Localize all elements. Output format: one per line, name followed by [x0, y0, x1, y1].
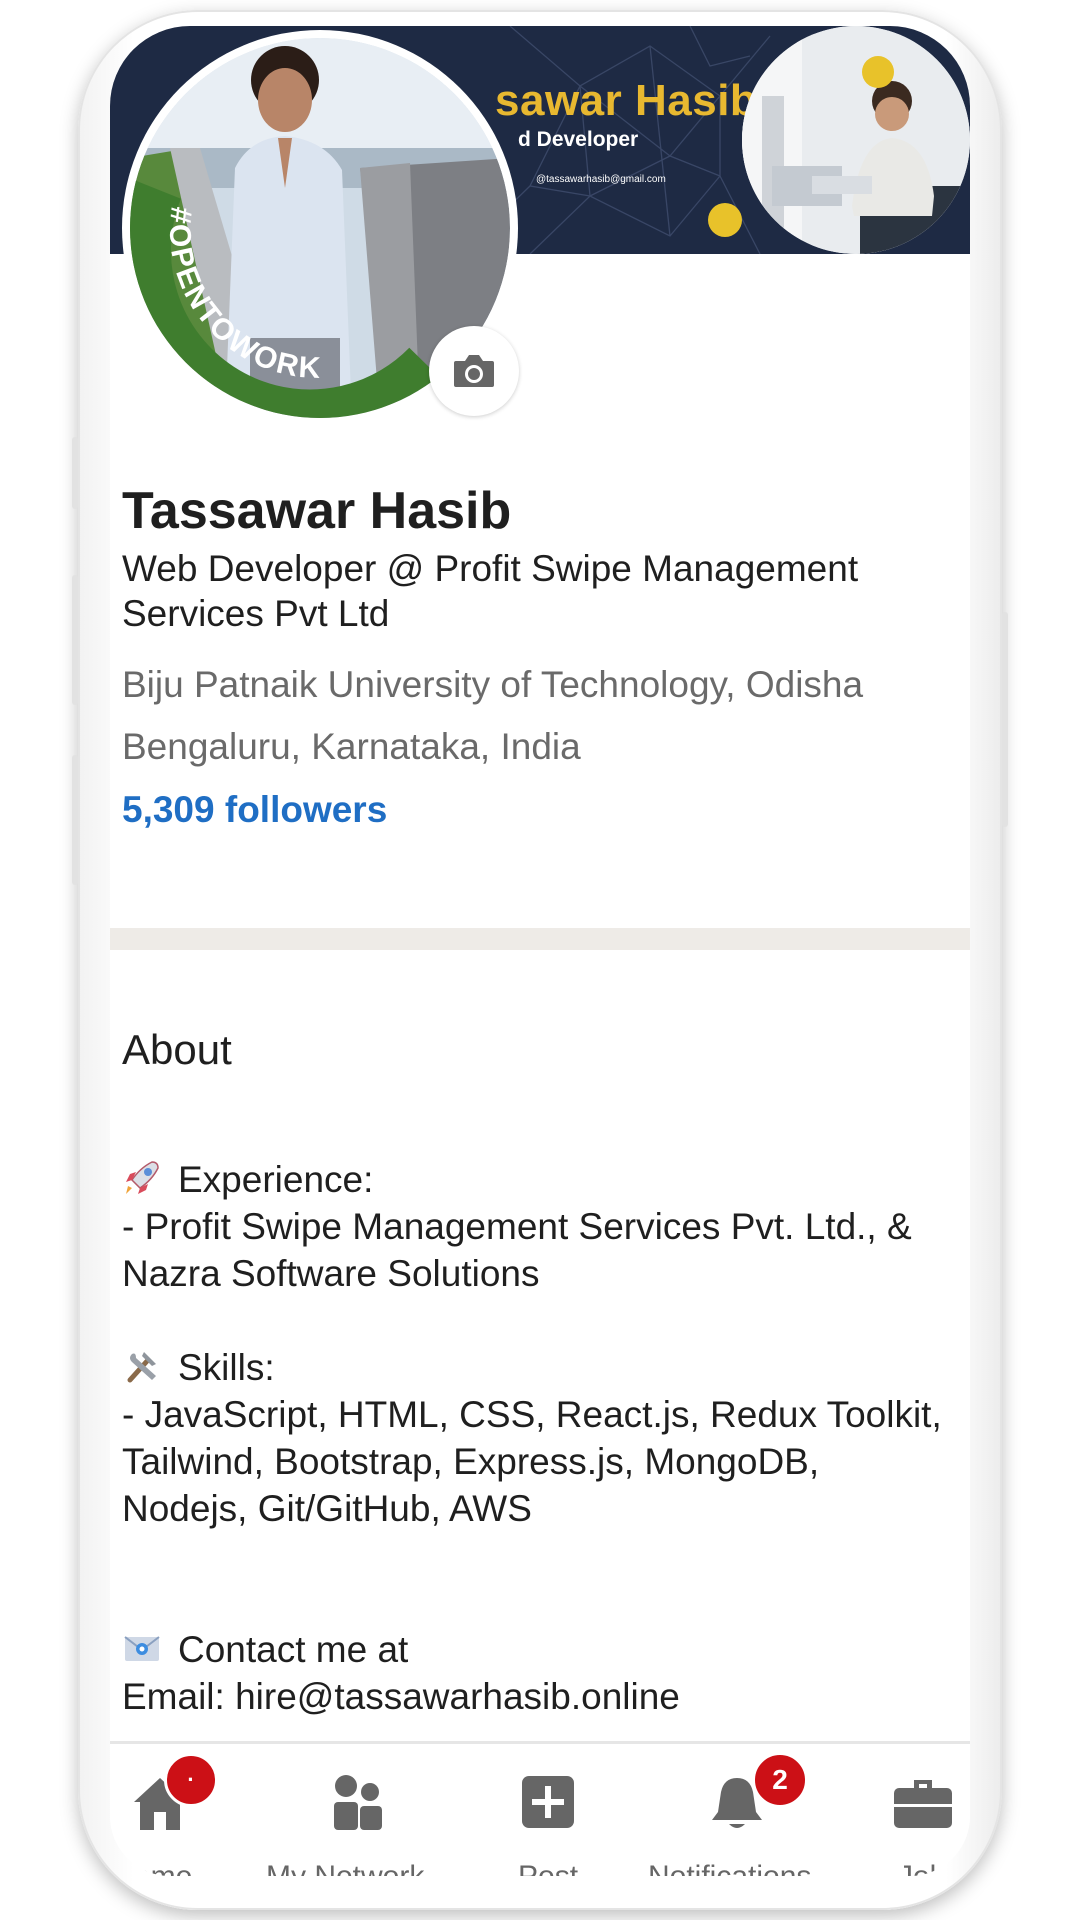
- about-heading: About: [122, 1026, 232, 1073]
- banner-photo: [742, 26, 970, 254]
- nav-label-jobs: Job: [898, 1860, 946, 1876]
- profile-education[interactable]: Biju Patnaik University of Technology, O…: [122, 664, 863, 706]
- profile-name: Tassawar Hasib: [122, 482, 512, 540]
- notifications-count-badge: 2: [752, 1752, 808, 1808]
- banner-email-text: @tassawarhasib@gmail.com: [536, 174, 666, 185]
- skills-text: - JavaScript, HTML, CSS, React.js, Redux…: [122, 1394, 942, 1529]
- banner-role-text: d Developer: [518, 128, 639, 151]
- nav-item-notifications[interactable]: 2 Notifications: [638, 1744, 838, 1876]
- nav-item-home[interactable]: · ome: [110, 1744, 220, 1876]
- experience-heading-line: Experience:: [122, 1156, 952, 1203]
- experience-heading: Experience:: [178, 1159, 374, 1200]
- profile-avatar-frame: #OPENTOWORK: [122, 30, 519, 426]
- phone-side-button: [1002, 612, 1008, 827]
- bottom-nav: · ome My Network Post: [110, 1744, 970, 1876]
- banner-dot: [862, 56, 894, 88]
- phone-side-button: [72, 437, 78, 509]
- nav-label-post: Post: [518, 1860, 578, 1876]
- nav-item-my-network[interactable]: My Network: [266, 1744, 456, 1876]
- experience-text: - Profit Swipe Management Services Pvt. …: [122, 1206, 912, 1294]
- network-icon: [334, 1775, 382, 1830]
- banner-name-text: sawar Hasib: [495, 76, 758, 125]
- followers-link[interactable]: 5,309 followers: [122, 789, 387, 831]
- profile-screen: sawar Hasib d Developer @tassawarhasib@g…: [110, 26, 970, 1876]
- camera-button[interactable]: [429, 326, 519, 416]
- nav-label-home: ome: [134, 1860, 192, 1876]
- profile-location: Bengaluru, Karnataka, India: [122, 726, 581, 767]
- section-divider: [110, 928, 970, 950]
- profile-headline: Web Developer @ Profit Swipe Management …: [122, 548, 859, 634]
- nav-item-jobs[interactable]: Job: [870, 1744, 970, 1876]
- rocket-icon: [126, 1161, 159, 1194]
- phone-side-button: [72, 755, 78, 885]
- contact-heading-line: Contact me at: [122, 1626, 952, 1673]
- nav-label-my-network: My Network: [266, 1860, 424, 1876]
- tools-icon: [127, 1352, 156, 1383]
- home-notification-badge: ·: [164, 1753, 218, 1807]
- about-section: Experience: - Profit Swipe Management Se…: [122, 1156, 952, 1720]
- nav-label-notifications: Notifications: [648, 1860, 811, 1876]
- skills-heading: Skills:: [178, 1347, 275, 1388]
- post-icon: [522, 1776, 574, 1828]
- nav-item-post[interactable]: Post: [498, 1744, 598, 1876]
- envelope-icon: [124, 1636, 160, 1661]
- contact-heading: Contact me at: [178, 1629, 409, 1670]
- briefcase-icon: [894, 1780, 952, 1828]
- camera-icon: [454, 355, 494, 387]
- banner-dot: [708, 203, 742, 237]
- skills-heading-line: Skills:: [122, 1344, 952, 1391]
- phone-side-button: [72, 575, 78, 705]
- contact-email[interactable]: Email: hire@tassawarhasib.online: [122, 1673, 952, 1720]
